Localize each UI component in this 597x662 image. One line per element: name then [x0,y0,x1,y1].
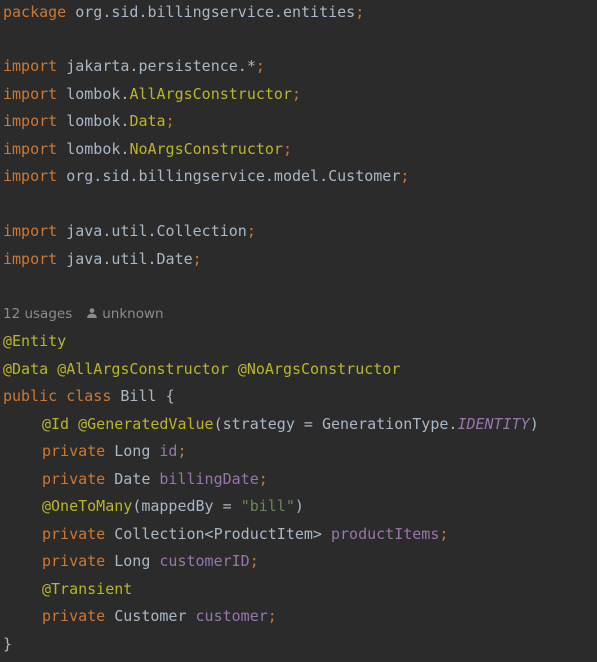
semicolon: ; [249,552,259,570]
private-keyword: private [42,552,106,570]
semicolon: ; [282,140,292,158]
class-declaration-line: public class Bill { [3,383,175,410]
strategy-args: (strategy = GenerationType. [213,415,458,433]
import-line: import jakarta.persistence.*; [3,53,265,80]
import-keyword: import [3,167,58,185]
id-annotations-line: @Id @GeneratedValue(strategy = Generatio… [3,411,539,438]
private-keyword: private [42,525,106,543]
import-path: lombok. [66,140,130,158]
type-name: Date [114,470,151,488]
private-keyword: private [42,442,106,460]
import-line: import org.sid.billingservice.model.Cust… [3,163,409,190]
import-path: java.util.Collection [66,222,247,240]
noargs-annotation: @NoArgsConstructor [237,360,401,378]
identity-constant: IDENTITY [457,415,530,433]
field-name: customerID [159,552,250,570]
field-product-items-line: private Collection<ProductItem> productI… [3,521,448,548]
close-paren: ) [294,497,304,515]
usages-link[interactable]: 12 usages [3,306,72,322]
semicolon: ; [258,470,268,488]
entity-annotation: @Entity [3,332,67,350]
id-annotation: @Id [42,415,70,433]
class-close-line: } [3,631,12,658]
code-editor[interactable]: package org.sid.billingservice.entities;… [0,0,597,662]
author-label[interactable]: unknown [102,306,163,322]
import-keyword: import [3,112,58,130]
import-path: lombok. [66,112,130,130]
type-name: Collection<ProductItem> [114,525,322,543]
private-keyword: private [42,470,106,488]
semicolon: ; [255,57,265,75]
onetomany-annotation: @OneToMany [42,497,133,515]
field-customer-line: private Customer customer; [3,603,277,630]
semicolon: ; [292,85,302,103]
type-name: Customer [114,607,187,625]
semicolon: ; [355,3,365,21]
open-brace: { [165,387,175,405]
import-line: import java.util.Collection; [3,218,256,245]
import-keyword: import [3,140,58,158]
semicolon: ; [246,222,256,240]
transient-annotation: @Transient [42,580,133,598]
data-annotation: @Data [3,360,49,378]
field-name: billingDate [159,470,259,488]
import-line: import java.util.Date; [3,246,202,273]
field-id-line: private Long id; [3,438,187,465]
field-name: customer [195,607,268,625]
semicolon: ; [192,250,202,268]
import-line: import lombok.Data; [3,108,175,135]
package-keyword: package [3,3,67,21]
field-name: productItems [331,525,440,543]
semicolon: ; [439,525,449,543]
field-customer-id-line: private Long customerID; [3,548,259,575]
allargs-annotation: @AllArgsConstructor [57,360,229,378]
import-line: import lombok.NoArgsConstructor; [3,136,292,163]
import-keyword: import [3,250,58,268]
class-keyword: class [66,387,112,405]
user-icon [87,308,98,318]
class-name: Bill [120,387,157,405]
field-name: id [159,442,178,460]
import-path: java.util.Date [66,250,193,268]
generated-value-annotation: @GeneratedValue [78,415,214,433]
close-brace: } [3,635,13,653]
field-billing-date-line: private Date billingDate; [3,466,268,493]
import-class-highlight: AllArgsConstructor [129,85,292,103]
import-path: jakarta.persistence.* [66,57,256,75]
close-paren: ) [529,415,539,433]
mapped-by-args: (mappedBy = [132,497,241,515]
package-name: org.sid.billingservice.entities [75,3,356,21]
import-line: import lombok.AllArgsConstructor; [3,81,301,108]
code-vision-hint: 12 usages unknown [3,301,164,328]
import-keyword: import [3,57,58,75]
import-path: org.sid.billingservice.model.Customer [66,167,401,185]
private-keyword: private [42,607,106,625]
import-keyword: import [3,222,58,240]
import-path: lombok. [66,85,130,103]
import-class-highlight: NoArgsConstructor [129,140,283,158]
string-literal: "bill" [240,497,295,515]
type-name: Long [114,442,151,460]
semicolon: ; [267,607,277,625]
semicolon: ; [177,442,187,460]
lombok-annotations-line: @Data @AllArgsConstructor @NoArgsConstru… [3,356,400,383]
import-class-highlight: Data [129,112,166,130]
onetomany-line: @OneToMany(mappedBy = "bill") [3,493,304,520]
public-keyword: public [3,387,58,405]
type-name: Long [114,552,151,570]
semicolon: ; [165,112,175,130]
import-keyword: import [3,85,58,103]
semicolon: ; [400,167,410,185]
package-line: package org.sid.billingservice.entities; [3,0,364,26]
entity-annotation-line: @Entity [3,328,66,355]
transient-line: @Transient [3,576,132,603]
